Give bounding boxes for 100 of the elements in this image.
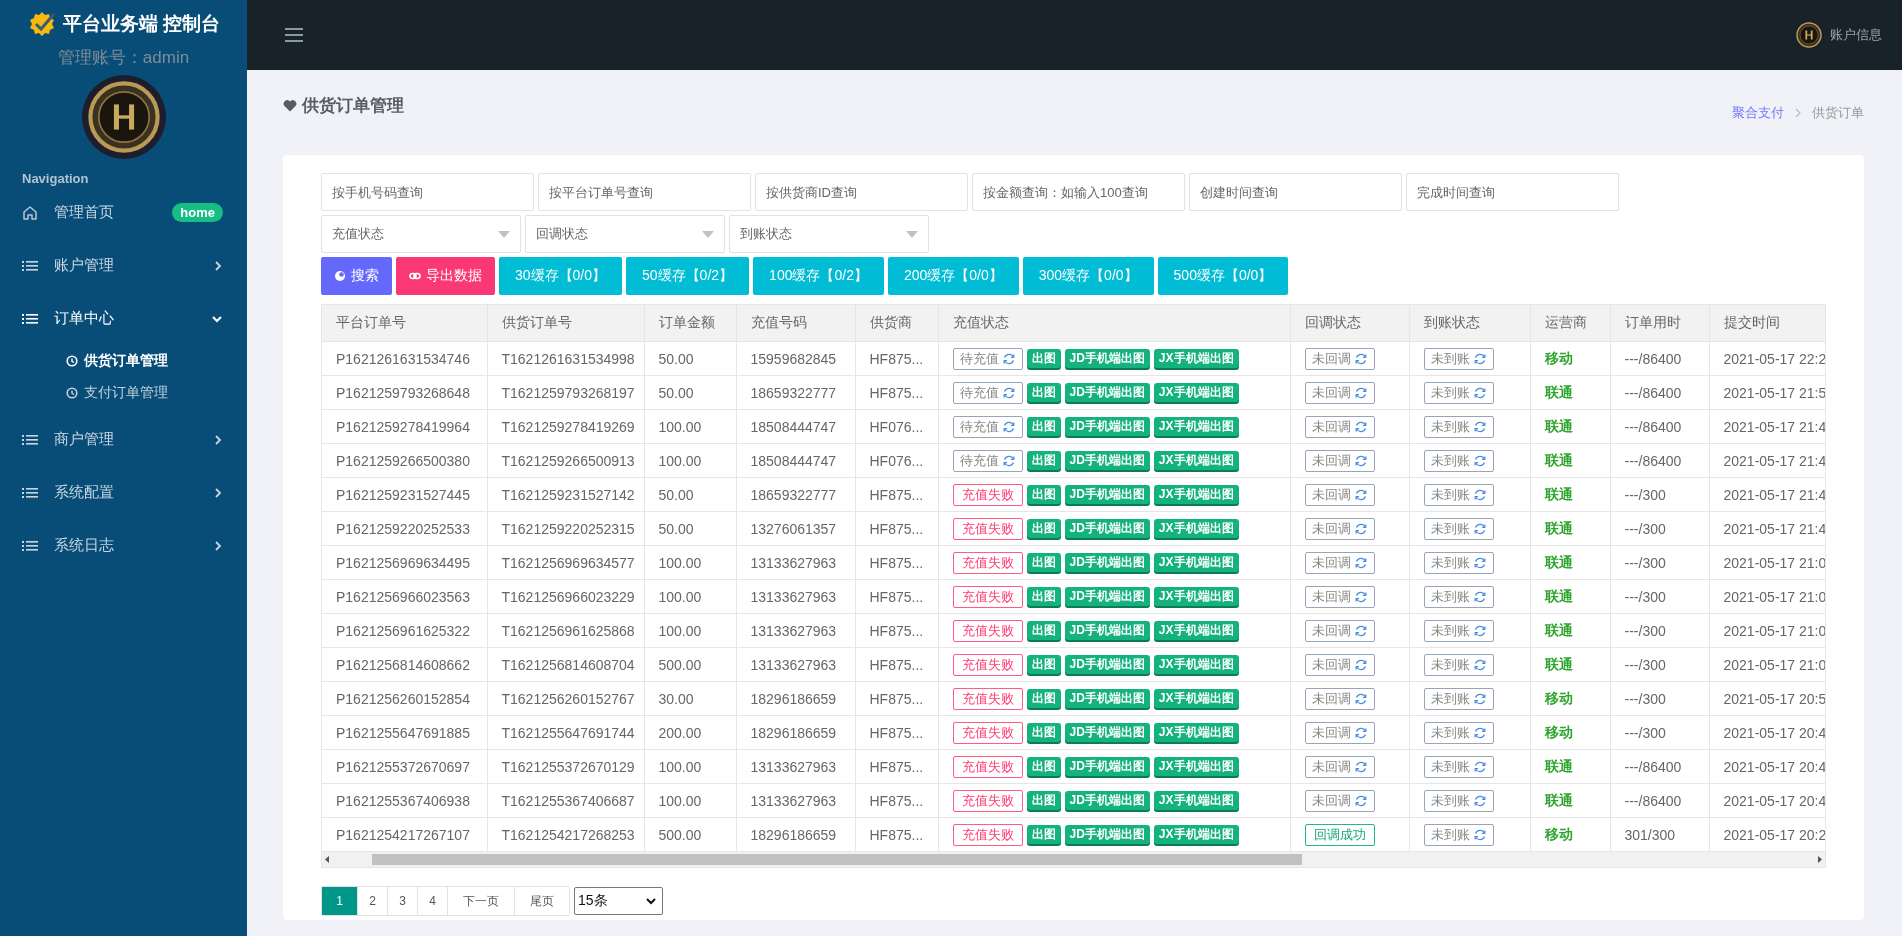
status-button[interactable]: 未回调 [1304,483,1375,506]
status-button[interactable]: 未到账 [1423,687,1494,710]
image-button[interactable]: 出图 [1026,689,1061,708]
nav-item[interactable]: 系统配置 [0,466,247,519]
status-button[interactable]: 未回调 [1304,551,1375,574]
image-button[interactable]: 出图 [1026,553,1061,572]
image-button[interactable]: JX手机端出图 [1153,655,1239,674]
status-button[interactable]: 未到账 [1423,347,1494,370]
search-field[interactable]: 完成时间查询 [1406,173,1619,211]
nav-subitem[interactable]: 供货订单管理 [0,345,247,377]
status-button[interactable]: 回调成功 [1304,823,1375,846]
status-button[interactable]: 待充值 [952,381,1023,404]
search-field[interactable]: 创建时间查询 [1189,173,1402,211]
image-button[interactable]: 出图 [1026,621,1061,640]
status-button[interactable]: 未回调 [1304,653,1375,676]
breadcrumb-link[interactable]: 聚合支付 [1732,103,1784,122]
status-button[interactable]: 待充值 [952,415,1023,438]
account-link[interactable]: 账户信息 [1830,26,1882,44]
export-button[interactable]: 导出数据 [396,257,495,295]
status-select[interactable]: 充值状态 [321,215,521,253]
status-button[interactable]: 充值失败 [952,721,1023,744]
image-button[interactable]: JX手机端出图 [1153,621,1239,640]
image-button[interactable]: 出图 [1026,519,1061,538]
image-button[interactable]: JD手机端出图 [1064,451,1150,470]
image-button[interactable]: JX手机端出图 [1153,587,1239,606]
image-button[interactable]: 出图 [1026,383,1061,402]
cache-button[interactable]: 200缓存【0/0】 [887,257,1019,295]
status-button[interactable]: 充值失败 [952,619,1023,642]
nav-item[interactable]: 账户管理 [0,239,247,292]
nav-item[interactable]: 订单中心 [0,292,247,345]
status-button[interactable]: 未到账 [1423,381,1494,404]
image-button[interactable]: 出图 [1026,485,1061,504]
status-button[interactable]: 未到账 [1423,789,1494,812]
nav-subitem[interactable]: 支付订单管理 [0,377,247,409]
image-button[interactable]: 出图 [1026,825,1061,844]
cache-button[interactable]: 50缓存【0/2】 [626,257,750,295]
image-button[interactable]: JX手机端出图 [1153,485,1239,504]
image-button[interactable]: 出图 [1026,349,1061,368]
status-button[interactable]: 未回调 [1304,415,1375,438]
status-button[interactable]: 待充值 [952,347,1023,370]
status-button[interactable]: 未回调 [1304,585,1375,608]
status-button[interactable]: 未到账 [1423,653,1494,676]
status-button[interactable]: 未到账 [1423,619,1494,642]
status-button[interactable]: 未回调 [1304,721,1375,744]
image-button[interactable]: JD手机端出图 [1064,621,1150,640]
status-button[interactable]: 未到账 [1423,755,1494,778]
image-button[interactable]: 出图 [1026,417,1061,436]
image-button[interactable]: JD手机端出图 [1064,689,1150,708]
image-button[interactable]: JX手机端出图 [1153,417,1239,436]
page-size-select[interactable]: 15条 [574,887,663,915]
image-button[interactable]: 出图 [1026,655,1061,674]
status-button[interactable]: 充值失败 [952,823,1023,846]
status-button[interactable]: 充值失败 [952,585,1023,608]
image-button[interactable]: JD手机端出图 [1064,825,1150,844]
image-button[interactable]: JX手机端出图 [1153,689,1239,708]
image-button[interactable]: JD手机端出图 [1064,485,1150,504]
image-button[interactable]: 出图 [1026,723,1061,742]
status-select[interactable]: 回调状态 [525,215,725,253]
status-button[interactable]: 待充值 [952,449,1023,472]
status-button[interactable]: 充值失败 [952,687,1023,710]
nav-item[interactable]: 商户管理 [0,413,247,466]
image-button[interactable]: JX手机端出图 [1153,825,1239,844]
menu-icon[interactable] [285,28,303,42]
status-button[interactable]: 未回调 [1304,755,1375,778]
cache-button[interactable]: 30缓存【0/0】 [499,257,623,295]
scrollbar[interactable] [322,851,1825,867]
search-field[interactable]: 按手机号码查询 [321,173,534,211]
status-button[interactable]: 充值失败 [952,517,1023,540]
image-button[interactable]: JX手机端出图 [1153,451,1239,470]
page-button[interactable]: 1 [322,887,358,915]
image-button[interactable]: JD手机端出图 [1064,553,1150,572]
status-button[interactable]: 充值失败 [952,653,1023,676]
status-button[interactable]: 未回调 [1304,517,1375,540]
status-button[interactable]: 未到账 [1423,823,1494,846]
status-button[interactable]: 未回调 [1304,449,1375,472]
image-button[interactable]: JX手机端出图 [1153,553,1239,572]
status-button[interactable]: 未到账 [1423,483,1494,506]
image-button[interactable]: JX手机端出图 [1153,519,1239,538]
image-button[interactable]: JD手机端出图 [1064,791,1150,810]
status-button[interactable]: 未到账 [1423,517,1494,540]
image-button[interactable]: JX手机端出图 [1153,383,1239,402]
image-button[interactable]: JX手机端出图 [1153,791,1239,810]
cache-button[interactable]: 100缓存【0/2】 [753,257,884,295]
image-button[interactable]: 出图 [1026,451,1061,470]
status-button[interactable]: 未回调 [1304,789,1375,812]
image-button[interactable]: JD手机端出图 [1064,519,1150,538]
status-button[interactable]: 未回调 [1304,619,1375,642]
image-button[interactable]: JX手机端出图 [1153,757,1239,776]
status-button[interactable]: 未回调 [1304,347,1375,370]
cache-button[interactable]: 300缓存【0/0】 [1022,257,1154,295]
image-button[interactable]: JD手机端出图 [1064,417,1150,436]
status-button[interactable]: 充值失败 [952,551,1023,574]
status-button[interactable]: 充值失败 [952,483,1023,506]
status-button[interactable]: 未回调 [1304,687,1375,710]
image-button[interactable]: JD手机端出图 [1064,757,1150,776]
status-button[interactable]: 充值失败 [952,755,1023,778]
status-button[interactable]: 未回调 [1304,381,1375,404]
image-button[interactable]: JX手机端出图 [1153,349,1239,368]
status-button[interactable]: 未到账 [1423,449,1494,472]
image-button[interactable]: 出图 [1026,791,1061,810]
